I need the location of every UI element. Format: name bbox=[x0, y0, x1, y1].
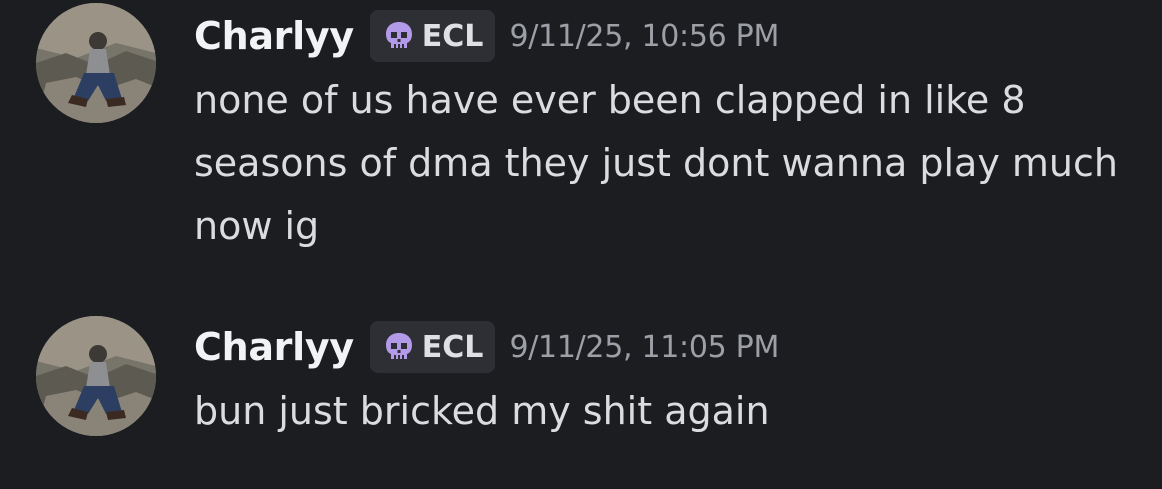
message-header: Charlyy ECL 9/11/25, 11:05 PM bbox=[194, 320, 779, 374]
username[interactable]: Charlyy bbox=[194, 14, 354, 58]
avatar-image bbox=[36, 3, 156, 123]
server-tag-badge[interactable]: ECL bbox=[369, 10, 496, 62]
user-avatar[interactable] bbox=[36, 3, 156, 123]
avatar-image bbox=[36, 316, 156, 436]
chat-message-list: Charlyy ECL 9/11/25, 10:56 PM none of us… bbox=[0, 0, 1162, 489]
message-content: bun just bricked my shit again bbox=[194, 380, 1162, 443]
message-header: Charlyy ECL 9/11/25, 10:56 PM bbox=[194, 9, 779, 63]
tag-label: ECL bbox=[421, 18, 484, 54]
user-avatar[interactable] bbox=[36, 316, 156, 436]
tag-label: ECL bbox=[421, 329, 484, 365]
message-line: none of us have ever been clapped in lik… bbox=[194, 78, 1026, 122]
message-content: none of us have ever been clapped in lik… bbox=[194, 69, 1162, 258]
skull-icon bbox=[385, 22, 412, 48]
username[interactable]: Charlyy bbox=[194, 325, 354, 369]
skull-icon bbox=[385, 333, 412, 359]
server-tag-badge[interactable]: ECL bbox=[369, 321, 496, 373]
message-line: now ig bbox=[194, 204, 320, 248]
message-line: seasons of dma they just dont wanna play… bbox=[194, 141, 1118, 185]
message-line: bun just bricked my shit again bbox=[194, 389, 770, 433]
message-timestamp[interactable]: 9/11/25, 11:05 PM bbox=[509, 330, 779, 365]
message-timestamp[interactable]: 9/11/25, 10:56 PM bbox=[509, 19, 779, 54]
